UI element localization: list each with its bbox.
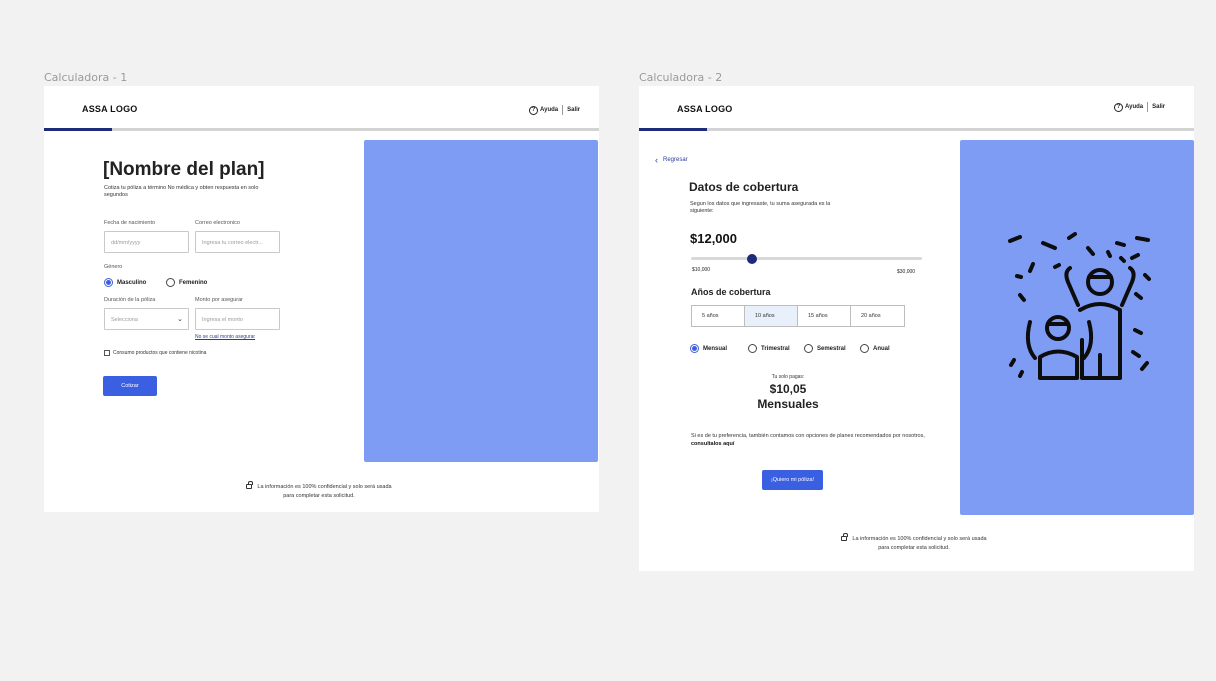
nicotine-checkbox[interactable]: Consumo productos que contiene nicotina xyxy=(104,350,206,356)
header-divider xyxy=(1147,102,1149,112)
exit-link[interactable]: Salir xyxy=(1152,104,1165,110)
back-link[interactable]: ‹ Regresar xyxy=(655,155,688,165)
recommended-plans-link[interactable]: consultalos aquí xyxy=(691,441,734,447)
progress-fill xyxy=(639,128,707,131)
gender-option-femenino[interactable]: Femenino xyxy=(166,278,207,287)
slider-thumb[interactable] xyxy=(747,254,757,264)
radio-icon[interactable] xyxy=(166,278,175,287)
frame-label-calculadora-1: Calculadora - 1 xyxy=(44,71,128,84)
coverage-intro-line-2: siguiente: xyxy=(690,208,714,214)
gender-option-label: Masculino xyxy=(117,279,147,286)
coverage-intro-line-1: Segun los datos que ingresaste, tu suma … xyxy=(690,201,831,207)
frequency-option-trimestral[interactable]: Trimestral xyxy=(748,344,790,353)
celebration-panel xyxy=(960,140,1194,515)
years-option-selected[interactable]: 10 años xyxy=(745,306,798,326)
years-selector: 5 años 10 años 15 años 20 años xyxy=(691,305,905,327)
birth-date-label: Fecha de nacimiento xyxy=(104,220,156,226)
subtitle-line-2: segundos xyxy=(104,192,128,198)
header-actions: ? Ayuda Salir xyxy=(529,105,580,115)
amount-help-link[interactable]: No se cual monto asegurar xyxy=(195,334,255,340)
coverage-title: Datos de cobertura xyxy=(689,180,799,194)
insured-amount-slider[interactable] xyxy=(691,257,922,260)
gender-option-label: Femenino xyxy=(179,279,208,286)
frame-label-calculadora-2: Calculadora - 2 xyxy=(639,71,723,84)
years-option[interactable]: 5 años xyxy=(692,306,745,326)
privacy-line-2: para completar esta solicitud. xyxy=(283,493,355,499)
lock-icon xyxy=(246,481,253,489)
lock-icon xyxy=(841,533,848,541)
slider-min-label: $10,000 xyxy=(692,267,711,273)
chevron-down-icon: ⌄ xyxy=(177,316,183,323)
frequency-option-mensual[interactable]: Mensual xyxy=(690,344,727,353)
radio-icon[interactable] xyxy=(748,344,757,353)
nicotine-checkbox-label: Consumo productos que contiene nicotina xyxy=(113,350,207,356)
chevron-left-icon: ‹ xyxy=(655,155,658,165)
checkbox-icon[interactable] xyxy=(104,350,110,356)
page-title: [Nombre del plan] xyxy=(103,159,265,180)
years-option[interactable]: 20 años xyxy=(851,306,904,326)
progress-bar xyxy=(44,128,599,131)
gender-option-masculino[interactable]: Masculino xyxy=(104,278,146,287)
email-input[interactable]: Ingresa tu correo electr... xyxy=(195,231,280,253)
frequency-label: Trimestral xyxy=(761,345,790,352)
progress-bar xyxy=(639,128,1194,131)
privacy-line-1: La información es 100% confidencial y so… xyxy=(257,484,392,490)
birth-date-input[interactable]: dd/mm/yyyy xyxy=(104,231,189,253)
email-label: Correo electronico xyxy=(195,220,240,226)
amount-label: Monto por asegurar xyxy=(195,297,243,303)
quote-button[interactable]: Cotizar xyxy=(103,376,157,396)
logo: ASSA LOGO xyxy=(677,104,733,114)
pay-amount: $10,05 xyxy=(769,382,807,396)
logo: ASSA LOGO xyxy=(82,104,138,114)
back-link-label: Regresar xyxy=(663,157,688,163)
help-link[interactable]: Ayuda xyxy=(1125,104,1143,110)
celebration-icon xyxy=(1008,232,1151,380)
privacy-note: La información es 100% confidencial y so… xyxy=(194,481,444,501)
pay-label: Tu solo pagas: xyxy=(771,374,805,380)
get-policy-button[interactable]: ¡Quiero mi póliza! xyxy=(762,470,823,490)
recommended-plans-text: Si es de tu preferencia, también contamo… xyxy=(691,432,936,448)
radio-selected-icon[interactable] xyxy=(104,278,113,287)
privacy-note: La información es 100% confidencial y so… xyxy=(789,533,1039,553)
progress-fill xyxy=(44,128,112,131)
pay-period: Mensuales xyxy=(757,397,819,411)
radio-icon[interactable] xyxy=(860,344,869,353)
frequency-option-anual[interactable]: Anual xyxy=(860,344,890,353)
duration-select[interactable]: Selecciona ⌄ xyxy=(104,308,189,330)
help-icon[interactable]: ? xyxy=(1114,102,1123,112)
radio-selected-icon[interactable] xyxy=(690,344,699,353)
duration-select-value: Selecciona xyxy=(111,317,138,323)
recommended-plans-body: Si es de tu preferencia, también contamo… xyxy=(691,433,925,439)
help-link[interactable]: Ayuda xyxy=(540,107,558,113)
radio-icon[interactable] xyxy=(804,344,813,353)
privacy-line-2: para completar esta solicitud. xyxy=(878,545,950,551)
frame-calculadora-1: ASSA LOGO ? Ayuda Salir [Nombre del plan… xyxy=(44,86,599,512)
frequency-label: Anual xyxy=(873,345,890,352)
header-actions: ? Ayuda Salir xyxy=(1114,102,1165,112)
frequency-label: Semestral xyxy=(817,345,846,352)
amount-input[interactable]: Ingresa el monto xyxy=(195,308,280,330)
years-title: Años de cobertura xyxy=(691,287,771,297)
hero-image-placeholder xyxy=(364,140,598,462)
insured-amount: $12,000 xyxy=(690,231,737,246)
duration-label: Duración de la póliza xyxy=(104,297,156,303)
frame-calculadora-2: ASSA LOGO ? Ayuda Salir ‹ Regresar Datos… xyxy=(639,86,1194,571)
frequency-option-semestral[interactable]: Semestral xyxy=(804,344,846,353)
exit-link[interactable]: Salir xyxy=(567,107,580,113)
privacy-line-1: La información es 100% confidencial y so… xyxy=(852,536,987,542)
subtitle-line-1: Cotiza tu póliza a término No médica y o… xyxy=(104,185,259,191)
years-option[interactable]: 15 años xyxy=(798,306,851,326)
header-divider xyxy=(562,105,564,115)
gender-label: Género xyxy=(104,264,123,270)
help-icon[interactable]: ? xyxy=(529,105,538,115)
frequency-label: Mensual xyxy=(703,345,728,352)
slider-max-label: $30,000 xyxy=(897,269,916,275)
